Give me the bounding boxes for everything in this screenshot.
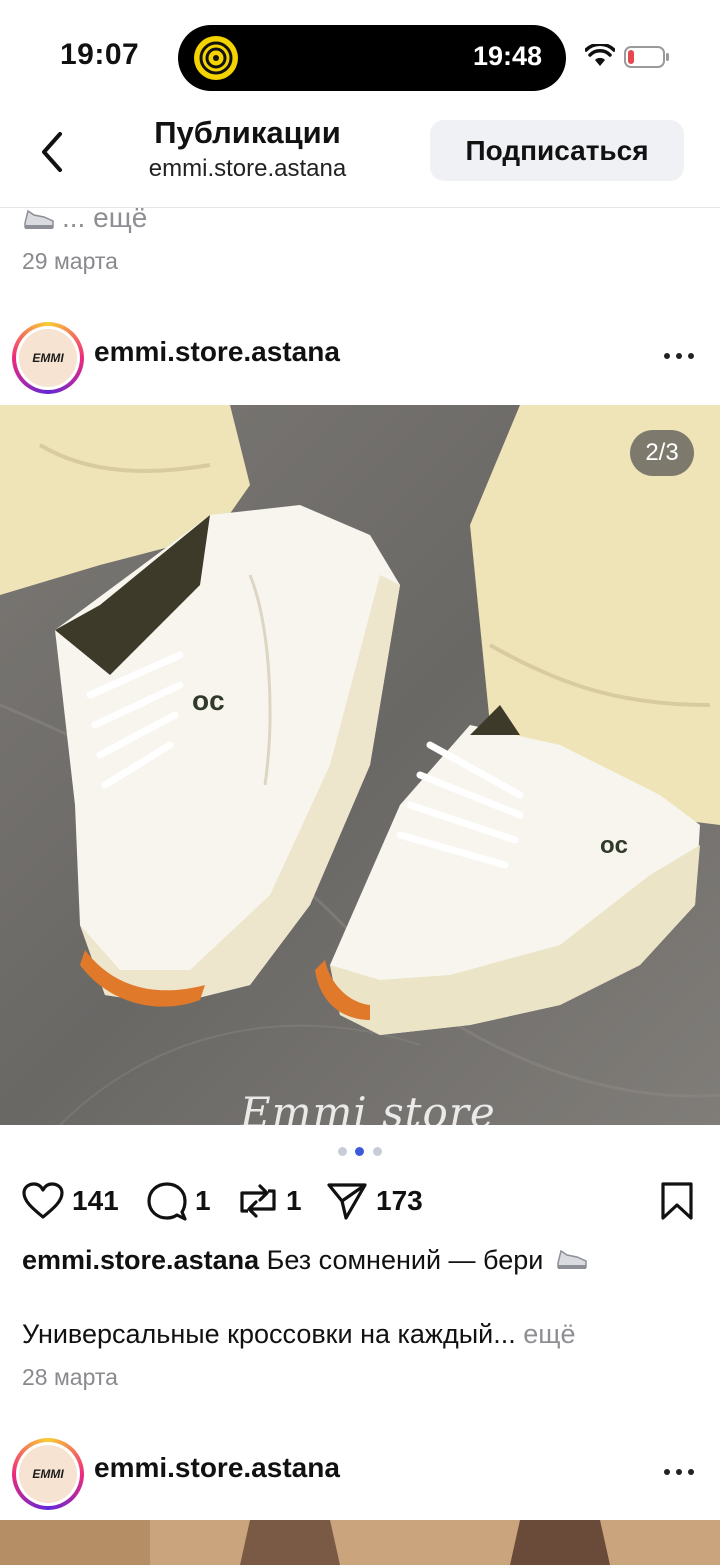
svg-text:oc: oc <box>600 832 628 859</box>
avatar-logo: EMMI <box>19 1445 77 1503</box>
share-count: 173 <box>376 1185 423 1216</box>
avatar[interactable]: EMMI <box>12 1438 84 1510</box>
wifi-icon <box>585 44 615 66</box>
repost-button[interactable]: 1 <box>238 1176 302 1226</box>
comment-count: 1 <box>195 1185 211 1216</box>
more-options-icon[interactable] <box>664 350 696 362</box>
carousel-dot <box>373 1147 382 1156</box>
status-time: 19:07 <box>60 38 140 71</box>
spiral-app-icon <box>194 36 238 80</box>
svg-text:oc: oc <box>192 685 225 716</box>
prev-caption-more[interactable]: ... ещё <box>22 202 147 234</box>
heart-icon <box>22 1182 64 1219</box>
prev-more-link[interactable]: ... ещё <box>62 202 147 234</box>
next-post-header: EMMI emmi.store.astana <box>0 1428 720 1518</box>
like-button[interactable]: 141 <box>22 1176 119 1226</box>
page-title: Публикации <box>154 115 341 150</box>
carousel-counter: 2/3 <box>630 430 694 476</box>
repost-count: 1 <box>286 1185 302 1216</box>
carousel-dot-active <box>355 1147 364 1156</box>
subscribe-button[interactable]: Подписаться <box>430 120 684 181</box>
caption-line-2-text: Универсальные кроссовки на каждый... <box>22 1319 516 1349</box>
post-photo[interactable]: oc oc <box>0 405 720 1125</box>
post-header: EMMI emmi.store.astana <box>0 312 720 402</box>
avatar-logo: EMMI <box>19 329 77 387</box>
status-bar: 19:07 19:48 <box>0 0 720 112</box>
comment-button[interactable]: 1 <box>147 1176 211 1226</box>
post-caption: emmi.store.astana Без сомнений — бери <box>22 1243 702 1276</box>
action-bar: 141 1 1 173 <box>0 1176 720 1226</box>
caption-line-2[interactable]: Универсальные кроссовки на каждый... ещё <box>22 1319 576 1350</box>
comment-bubble-icon <box>147 1182 187 1221</box>
carousel-dot <box>338 1147 347 1156</box>
next-post-photo[interactable] <box>0 1520 720 1565</box>
share-button[interactable]: 173 <box>326 1176 423 1226</box>
caption-username[interactable]: emmi.store.astana <box>22 1245 259 1275</box>
send-icon <box>327 1183 367 1220</box>
like-count: 141 <box>72 1185 119 1216</box>
carousel-dots <box>336 1147 386 1157</box>
post-username[interactable]: emmi.store.astana <box>94 1452 340 1484</box>
next-photo-image <box>0 1520 720 1565</box>
page-subtitle: emmi.store.astana <box>148 155 347 182</box>
avatar[interactable]: EMMI <box>12 322 84 394</box>
nav-header: Публикации emmi.store.astana Подписаться <box>0 112 720 208</box>
sneaker-emoji-icon <box>24 209 54 229</box>
bookmark-icon[interactable] <box>660 1181 694 1221</box>
post-date: 28 марта <box>22 1364 118 1390</box>
caption-more-link[interactable]: ещё <box>523 1319 575 1349</box>
sneaker-emoji-icon <box>557 1249 587 1269</box>
back-chevron-icon[interactable] <box>34 130 74 174</box>
battery-icon <box>624 46 669 68</box>
island-time: 19:48 <box>472 41 542 71</box>
photo-watermark: Emmi store <box>240 1088 496 1137</box>
more-options-icon[interactable] <box>664 1466 696 1478</box>
sneakers-image: oc oc <box>0 405 720 1125</box>
repost-icon <box>240 1184 276 1218</box>
caption-text: Без сомнений — бери <box>266 1245 544 1275</box>
dynamic-island[interactable]: 19:48 <box>178 25 566 91</box>
prev-post-date: 29 марта <box>22 248 118 274</box>
post-username[interactable]: emmi.store.astana <box>94 336 340 368</box>
